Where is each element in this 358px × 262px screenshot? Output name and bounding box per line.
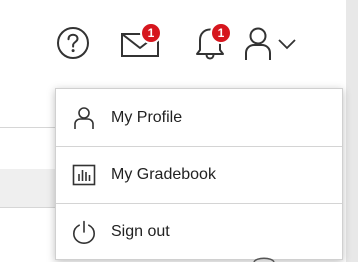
help-button[interactable] (56, 26, 90, 60)
scrollbar-track (346, 0, 358, 262)
messages-badge: 1 (140, 22, 162, 44)
question-circle-icon (57, 27, 89, 59)
background-divider (0, 207, 55, 208)
menu-item-sign-out[interactable]: Sign out (56, 204, 342, 260)
power-icon (72, 220, 96, 244)
chevron-down-icon (278, 39, 296, 50)
background-row (0, 169, 55, 207)
menu-item-my-profile[interactable]: My Profile (56, 90, 342, 146)
menu-item-my-gradebook[interactable]: My Gradebook (56, 147, 342, 203)
background-divider (0, 127, 55, 128)
notifications-button[interactable]: 1 (190, 22, 236, 62)
gradebook-icon (72, 164, 96, 186)
partial-icon (253, 257, 275, 262)
user-icon (74, 107, 94, 129)
notifications-badge: 1 (210, 22, 232, 44)
menu-item-label: My Profile (111, 109, 183, 126)
menu-item-label: My Gradebook (111, 166, 216, 183)
account-menu-button[interactable] (244, 26, 300, 62)
user-icon (245, 27, 271, 60)
messages-button[interactable]: 1 (120, 22, 170, 62)
account-dropdown-menu: My Profile My Gradebook Sign out (55, 88, 343, 260)
menu-item-label: Sign out (111, 223, 170, 240)
